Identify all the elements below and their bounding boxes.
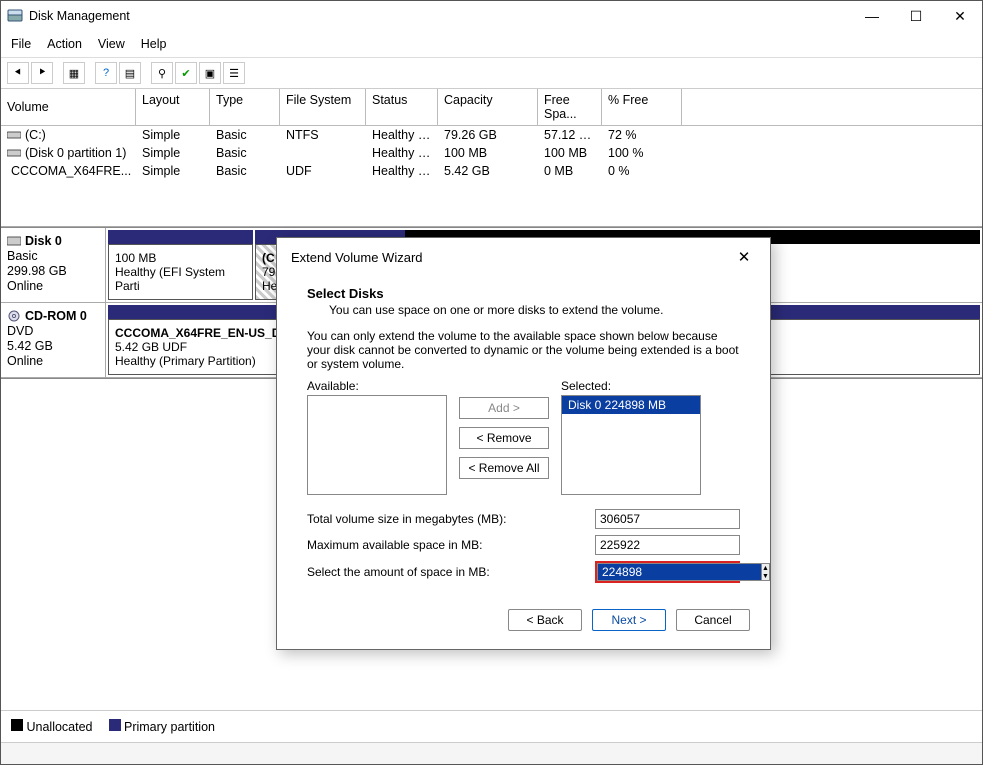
close-button[interactable]: ✕ bbox=[938, 1, 982, 31]
menu-view[interactable]: View bbox=[98, 37, 125, 51]
total-size-label: Total volume size in megabytes (MB): bbox=[307, 512, 506, 526]
disk-icon bbox=[7, 235, 21, 247]
app-title: Disk Management bbox=[29, 9, 130, 23]
col-layout[interactable]: Layout bbox=[136, 89, 210, 125]
spin-down-button[interactable]: ▼ bbox=[762, 572, 769, 580]
disc-icon bbox=[7, 310, 21, 322]
wizard-subheading: You can use space on one or more disks t… bbox=[329, 303, 740, 317]
selected-item[interactable]: Disk 0 224898 MB bbox=[562, 396, 700, 414]
table-header: Volume Layout Type File System Status Ca… bbox=[1, 89, 982, 126]
legend-swatch-primary bbox=[109, 719, 121, 731]
forward-icon[interactable]: ⯈ bbox=[31, 62, 53, 84]
wizard-title: Extend Volume Wizard bbox=[291, 250, 423, 265]
menu-help[interactable]: Help bbox=[141, 37, 167, 51]
extend-volume-wizard: Extend Volume Wizard ✕ Select Disks You … bbox=[276, 237, 771, 650]
col-capacity[interactable]: Capacity bbox=[438, 89, 538, 125]
grid-icon[interactable]: ▦ bbox=[63, 62, 85, 84]
help-icon[interactable]: ? bbox=[95, 62, 117, 84]
table-row[interactable]: (C:) Simple Basic NTFS Healthy (B... 79.… bbox=[1, 126, 982, 144]
spin-up-button[interactable]: ▲ bbox=[762, 564, 769, 572]
minimize-button[interactable]: — bbox=[850, 1, 894, 31]
next-button[interactable]: Next > bbox=[592, 609, 666, 631]
col-status[interactable]: Status bbox=[366, 89, 438, 125]
toolbar: ⯇ ⯈ ▦ ? ▤ ⚲ ✔ ▣ ☰ bbox=[1, 58, 982, 89]
titlebar: Disk Management — ☐ ✕ bbox=[1, 1, 982, 31]
amount-input[interactable] bbox=[597, 563, 761, 581]
menu-action[interactable]: Action bbox=[47, 37, 82, 51]
menu-file[interactable]: File bbox=[11, 37, 31, 51]
col-filesystem[interactable]: File System bbox=[280, 89, 366, 125]
app-icon bbox=[7, 8, 23, 24]
wizard-close-button[interactable]: ✕ bbox=[728, 244, 760, 270]
selected-label: Selected: bbox=[561, 379, 701, 393]
available-listbox[interactable] bbox=[307, 395, 447, 495]
check-icon[interactable]: ✔ bbox=[175, 62, 197, 84]
amount-label: Select the amount of space in MB: bbox=[307, 565, 490, 579]
settings-icon[interactable]: ▣ bbox=[199, 62, 221, 84]
col-type[interactable]: Type bbox=[210, 89, 280, 125]
wizard-heading: Select Disks bbox=[307, 286, 740, 301]
menubar: File Action View Help bbox=[1, 31, 982, 58]
volume-table: Volume Layout Type File System Status Ca… bbox=[1, 89, 982, 227]
drive-icon bbox=[7, 129, 21, 141]
partition-efi[interactable]: 100 MB Healthy (EFI System Parti bbox=[108, 244, 253, 300]
statusbar bbox=[1, 742, 982, 764]
legend-swatch-unallocated bbox=[11, 719, 23, 731]
max-space-label: Maximum available space in MB: bbox=[307, 538, 482, 552]
selected-listbox[interactable]: Disk 0 224898 MB bbox=[561, 395, 701, 495]
disk-management-window: Disk Management — ☐ ✕ File Action View H… bbox=[0, 0, 983, 765]
cancel-button[interactable]: Cancel bbox=[676, 609, 750, 631]
add-button: Add > bbox=[459, 397, 549, 419]
maximize-button[interactable]: ☐ bbox=[894, 1, 938, 31]
col-volume[interactable]: Volume bbox=[1, 89, 136, 125]
drive-icon bbox=[7, 147, 21, 159]
remove-all-button[interactable]: < Remove All bbox=[459, 457, 549, 479]
remove-button[interactable]: < Remove bbox=[459, 427, 549, 449]
total-size-value: 306057 bbox=[595, 509, 740, 529]
table-row[interactable]: CCCOMA_X64FRE... Simple Basic UDF Health… bbox=[1, 162, 982, 180]
col-free[interactable]: Free Spa... bbox=[538, 89, 602, 125]
available-label: Available: bbox=[307, 379, 447, 393]
refresh-icon[interactable]: ⚲ bbox=[151, 62, 173, 84]
back-button[interactable]: < Back bbox=[508, 609, 582, 631]
col-pctfree[interactable]: % Free bbox=[602, 89, 682, 125]
properties-icon[interactable]: ☰ bbox=[223, 62, 245, 84]
wizard-note: You can only extend the volume to the av… bbox=[307, 329, 740, 371]
back-icon[interactable]: ⯇ bbox=[7, 62, 29, 84]
max-space-value: 225922 bbox=[595, 535, 740, 555]
table-row[interactable]: (Disk 0 partition 1) Simple Basic Health… bbox=[1, 144, 982, 162]
legend: Unallocated Primary partition bbox=[1, 710, 982, 742]
layout-icon[interactable]: ▤ bbox=[119, 62, 141, 84]
